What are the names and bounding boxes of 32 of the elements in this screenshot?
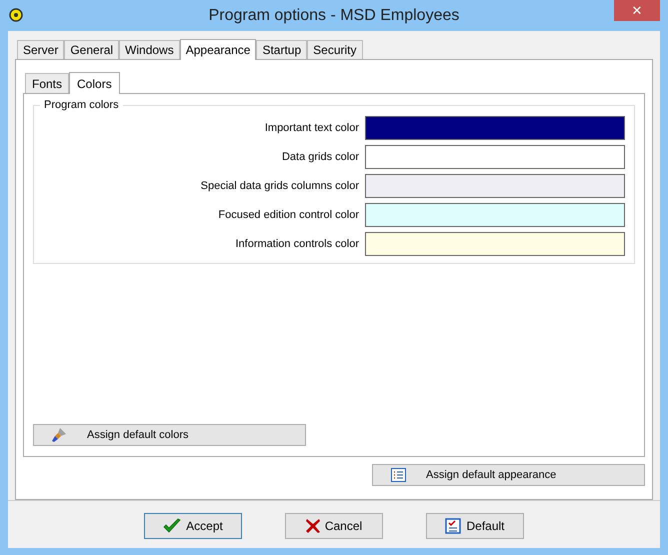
color-swatch[interactable] [365,174,625,198]
cancel-button[interactable]: Cancel [285,513,383,539]
window-title: Program options - MSD Employees [208,6,460,26]
tab[interactable]: Appearance [180,39,256,60]
color-swatch[interactable] [365,116,625,140]
color-label: Important text color [264,120,359,136]
tab[interactable]: Fonts [25,73,70,93]
color-swatch[interactable] [365,232,625,256]
tab[interactable]: Startup [256,40,308,59]
tab[interactable]: Server [17,40,64,59]
color-swatch[interactable] [365,203,625,227]
checklist-icon [445,518,462,534]
group-title: Program colors [40,98,123,112]
tab[interactable]: Windows [119,40,180,59]
color-swatch[interactable] [365,145,625,169]
assign-colors-button[interactable]: Assign default colors [33,424,306,446]
x-icon [306,518,320,534]
color-label: Focused edition control color [218,208,359,223]
list-icon [391,468,406,482]
checkmark-icon [163,518,182,534]
close-button[interactable]: ✕ [614,0,660,21]
assign-appearance-button[interactable]: Assign default appearance [372,464,645,486]
color-label: Information controls color [236,236,359,252]
color-label: Special data grids columns color [200,178,359,194]
paintbrush-icon [51,427,67,443]
tab[interactable]: Security [307,40,363,59]
accept-button[interactable]: Accept [144,513,242,539]
default-button[interactable]: Default [426,513,524,539]
tab[interactable]: General [64,40,120,59]
color-label: Data grids color [282,150,359,165]
app-icon [7,7,25,23]
tab[interactable]: Colors [69,72,120,94]
